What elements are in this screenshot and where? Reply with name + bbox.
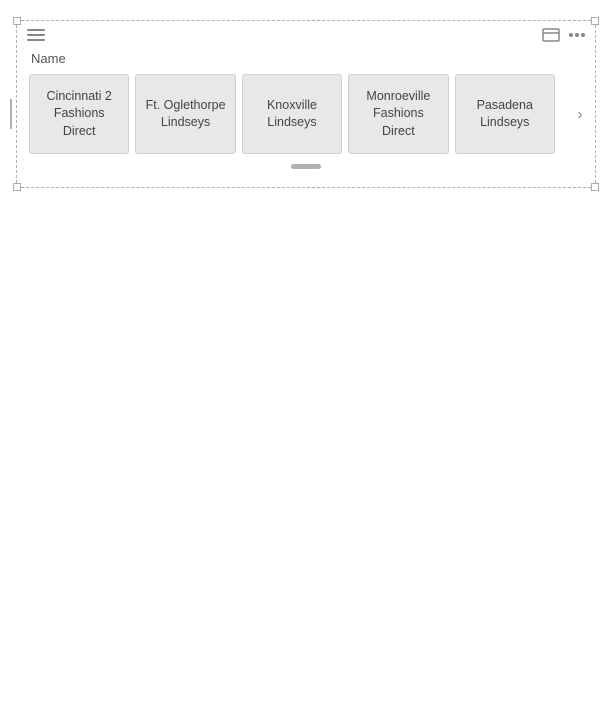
next-arrow[interactable]: › xyxy=(569,103,591,125)
hamburger-icon[interactable] xyxy=(27,29,45,41)
scrollbar-thumb xyxy=(291,164,321,169)
resize-handle-br[interactable] xyxy=(591,183,599,191)
toolbar-left xyxy=(27,29,45,41)
card-item-4[interactable]: Monroeville Fashions Direct xyxy=(348,74,448,154)
card-item-3[interactable]: Knoxville Lindseys xyxy=(242,74,342,154)
bottom-scrollbar[interactable] xyxy=(17,164,595,169)
cards-scroll: Cincinnati 2 Fashions DirectFt. Oglethor… xyxy=(21,74,569,154)
card-item-1[interactable]: Cincinnati 2 Fashions Direct xyxy=(29,74,129,154)
expand-icon[interactable] xyxy=(541,27,561,43)
widget-container: Name Cincinnati 2 Fashions DirectFt. Ogl… xyxy=(16,20,596,188)
widget-toolbar xyxy=(17,21,595,47)
left-resize-handle[interactable] xyxy=(9,94,17,134)
resize-handle-tr[interactable] xyxy=(591,17,599,25)
cards-wrapper: Cincinnati 2 Fashions DirectFt. Oglethor… xyxy=(17,74,595,154)
column-name-label: Name xyxy=(31,51,66,66)
resize-handle-bl[interactable] xyxy=(13,183,21,191)
card-item-2[interactable]: Ft. Oglethorpe Lindseys xyxy=(135,74,235,154)
toolbar-right xyxy=(541,27,585,43)
card-item-5[interactable]: Pasadena Lindseys xyxy=(455,74,555,154)
column-header: Name xyxy=(17,47,595,74)
resize-handle-tl[interactable] xyxy=(13,17,21,25)
more-options-icon[interactable] xyxy=(569,33,585,37)
page: Name Cincinnati 2 Fashions DirectFt. Ogl… xyxy=(0,0,612,720)
